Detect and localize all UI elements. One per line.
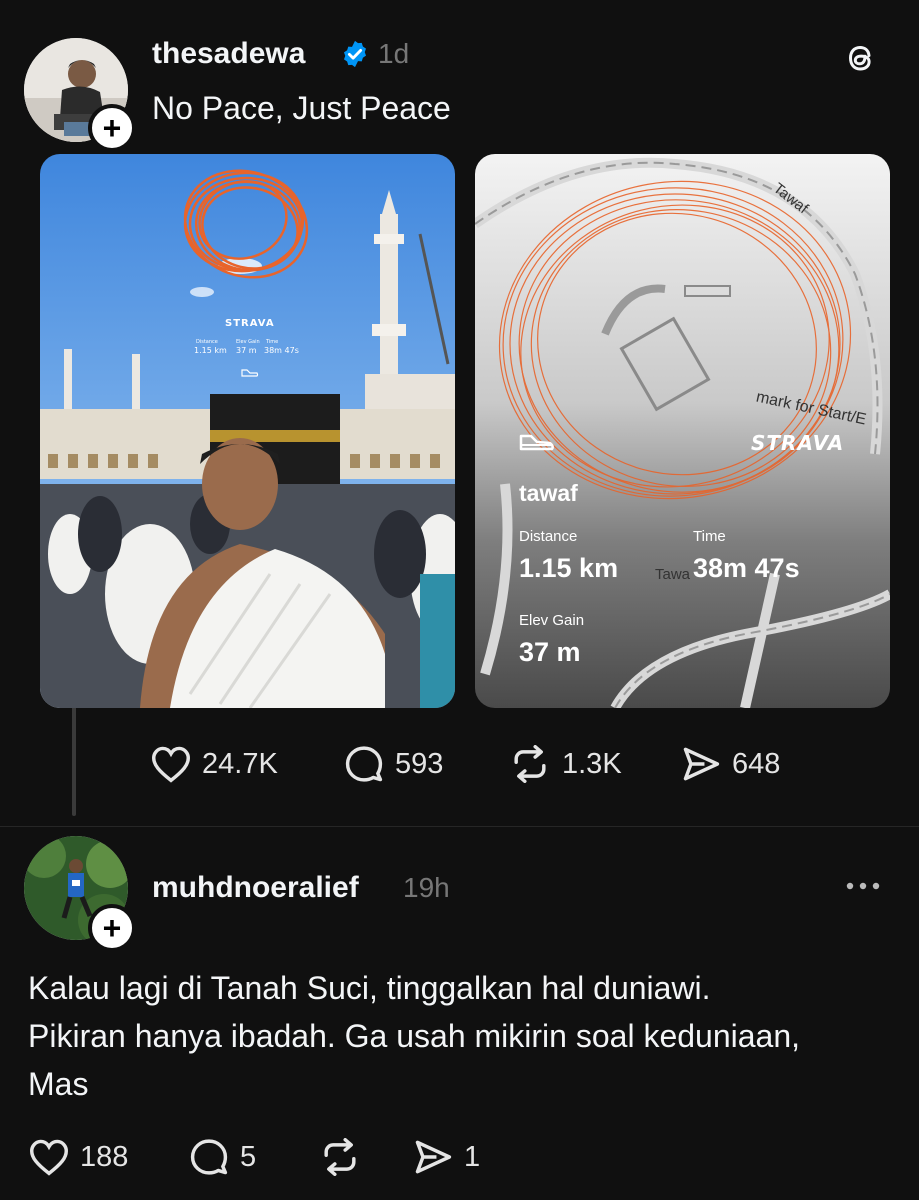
activity-name: tawaf [519,480,578,506]
photo-shoe-icon [241,364,259,382]
reply-repost-button[interactable] [318,1138,372,1176]
repost-icon [508,745,552,783]
heart-icon [150,745,192,783]
repost-count: 1.3K [562,747,622,780]
reply-share-count: 1 [464,1140,481,1173]
photo-stat-elev-label: Elev Gain [236,339,260,345]
send-icon [412,1138,454,1176]
post-text: No Pace, Just Peace [152,90,451,126]
reply-follow-plus-button[interactable]: + [88,904,136,952]
photo-stat-time-value: 38m 47s [264,346,299,355]
time-label: Time [693,528,726,545]
like-count: 24.7K [202,747,278,780]
photo-stat-distance-value: 1.15 km [194,346,227,355]
distance-label: Distance [519,528,578,545]
heart-icon [28,1138,70,1176]
time-value: 38m 47s [693,553,800,583]
elev-label: Elev Gain [519,612,585,629]
reply-text-line-3: Mas [28,1066,89,1102]
post-time: 1d [378,38,410,69]
like-button[interactable]: 24.7K [150,745,278,783]
threads-icon[interactable] [840,38,880,83]
share-count: 648 [732,747,781,780]
reply-count: 593 [395,747,444,780]
author-username[interactable]: thesadewa [152,37,305,71]
photo-strava-logo: STRAVA [225,318,275,329]
post-photo[interactable]: STRAVA Distance 1.15 km Elev Gain 37 m T… [40,154,455,708]
elev-value: 37 m [519,637,581,667]
comment-icon [343,745,385,783]
strava-logo: STRAVA [751,431,845,455]
comment-icon [188,1138,230,1176]
photo-stat-distance-label: Distance [196,339,218,345]
verified-badge-icon [340,39,370,74]
shoe-icon [519,430,555,457]
reply-comment-button[interactable]: 5 [188,1138,256,1176]
reply-like-count: 188 [80,1140,129,1173]
strava-activity-card[interactable]: Tawaf mark for Start/E Tawa STRAVA tawaf… [475,154,890,708]
send-icon [680,745,722,783]
repost-icon [318,1138,362,1176]
map-label-tawa: Tawa [655,566,691,583]
reply-time: 19h [403,872,450,903]
distance-value: 1.15 km [519,553,619,583]
reply-button[interactable]: 593 [343,745,443,783]
photo-stat-time-label: Time [266,339,279,345]
follow-plus-button[interactable]: + [88,104,136,152]
reply-like-button[interactable]: 188 [28,1138,128,1176]
reply-comment-count: 5 [240,1140,257,1173]
more-icon[interactable] [843,876,883,901]
reply-share-button[interactable]: 1 [412,1138,480,1176]
reply-text-line-2: Pikiran hanya ibadah. Ga usah mikirin so… [28,1018,801,1054]
post-divider [0,826,919,827]
reply-username[interactable]: muhdnoeralief [152,871,359,905]
reply-text-line-1: Kalau lagi di Tanah Suci, tinggalkan hal… [28,970,711,1006]
photo-stat-elev-value: 37 m [236,346,257,355]
repost-button[interactable]: 1.3K [508,745,622,783]
share-button[interactable]: 648 [680,745,780,783]
